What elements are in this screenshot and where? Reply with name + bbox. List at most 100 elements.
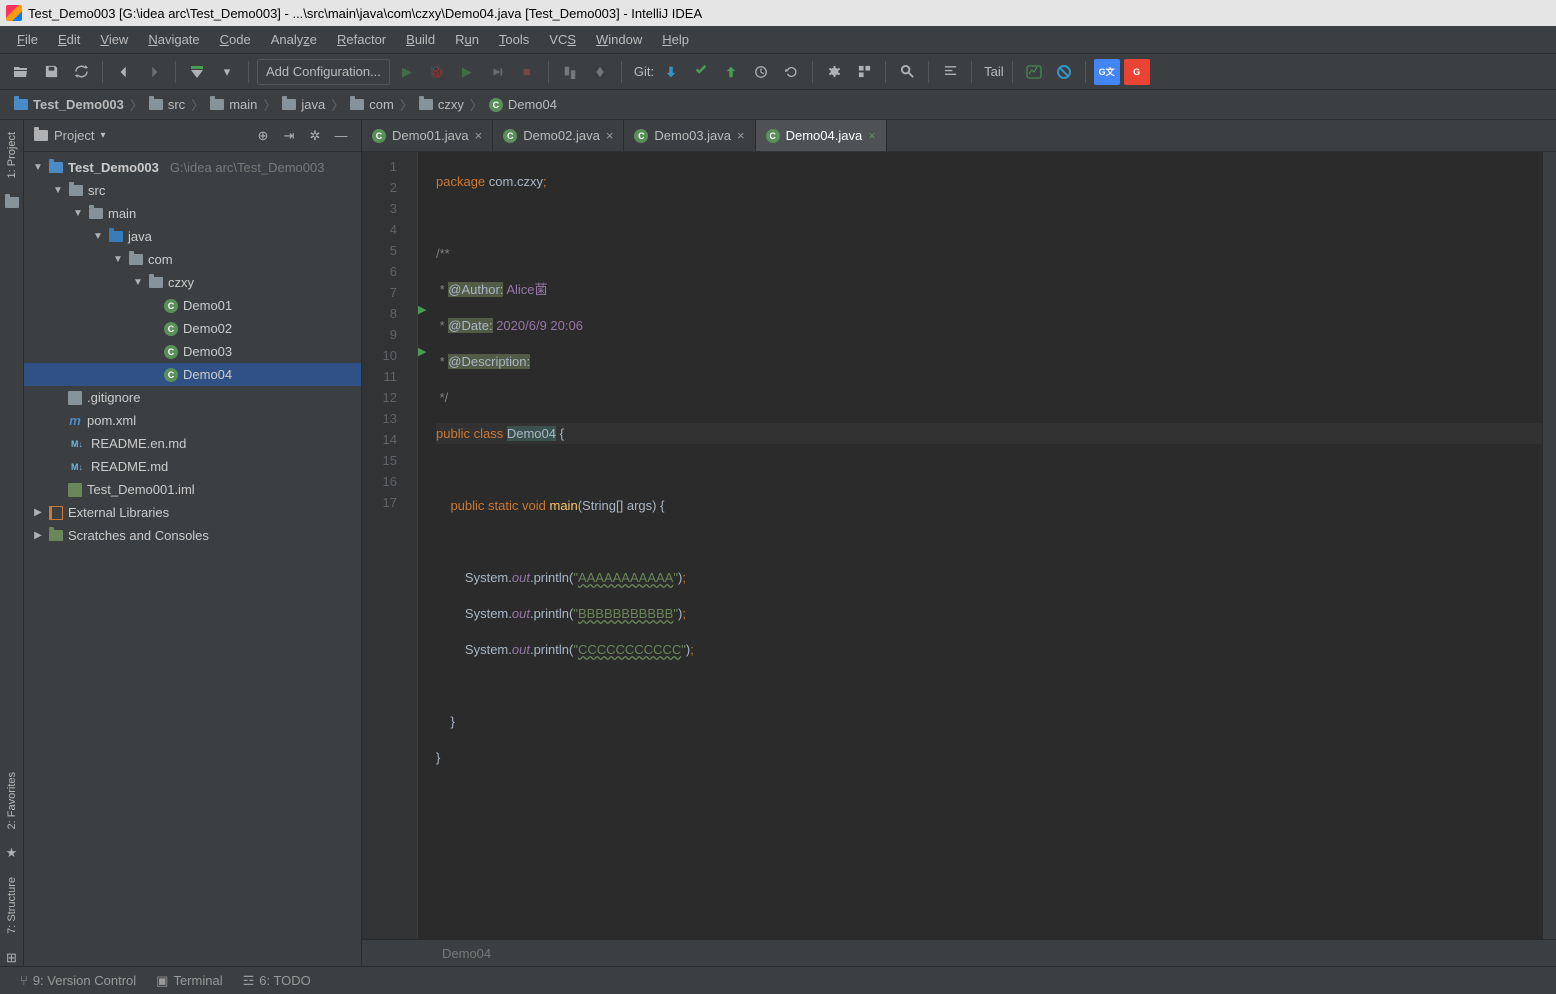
tree-demo04[interactable]: Demo04	[24, 363, 361, 386]
hide-icon[interactable]: —	[331, 126, 351, 146]
project-panel-title[interactable]: Project ▾	[34, 128, 106, 143]
tab-demo03[interactable]: Demo03.java×	[624, 120, 755, 151]
tab-demo01[interactable]: Demo01.java×	[362, 120, 493, 151]
run-config-combo[interactable]: Add Configuration...	[257, 59, 390, 85]
tab-demo02[interactable]: Demo02.java×	[493, 120, 624, 151]
back-icon[interactable]	[111, 59, 137, 85]
crumb-czxy[interactable]: czxy	[415, 97, 468, 112]
menu-file[interactable]: File	[8, 29, 47, 50]
debug-icon[interactable]: 🐞	[424, 59, 450, 85]
locate-icon[interactable]: ⊕	[253, 126, 273, 146]
code-editor[interactable]: 1234567891011121314151617 ▶ ▶ package co…	[362, 152, 1556, 939]
tail-label[interactable]: Tail	[984, 64, 1004, 79]
profiler-icon[interactable]	[484, 59, 510, 85]
collapse-icon[interactable]: ⇥	[279, 126, 299, 146]
tree-demo02[interactable]: Demo02	[24, 317, 361, 340]
stop-icon[interactable]: ■	[514, 59, 540, 85]
run-gutter-icon[interactable]: ▶	[418, 303, 426, 316]
crumb-src[interactable]: src	[145, 97, 189, 112]
menu-code[interactable]: Code	[211, 29, 260, 50]
close-icon[interactable]: ×	[737, 128, 745, 143]
menu-tools[interactable]: Tools	[490, 29, 538, 50]
dropdown-icon[interactable]: ▾	[214, 59, 240, 85]
build-icon[interactable]	[184, 59, 210, 85]
crumb-root[interactable]: Test_Demo003	[10, 97, 128, 112]
bottom-todo[interactable]: ☲6: TODO	[243, 973, 311, 989]
bottom-terminal[interactable]: ▣Terminal	[156, 973, 222, 989]
bottom-vcs[interactable]: ⑂9: Version Control	[20, 973, 136, 988]
close-icon[interactable]: ×	[475, 128, 483, 143]
folder-icon	[109, 231, 123, 242]
tree-java[interactable]: ▼java	[24, 225, 361, 248]
menu-vcs[interactable]: VCS	[540, 29, 585, 50]
translate-icon[interactable]: G文	[1094, 59, 1120, 85]
forward-icon[interactable]	[141, 59, 167, 85]
crumb-java[interactable]: java	[278, 97, 329, 112]
save-icon[interactable]	[38, 59, 64, 85]
tree-main[interactable]: ▼main	[24, 202, 361, 225]
project-tree[interactable]: ▼Test_Demo003G:\idea arc\Test_Demo003 ▼s…	[24, 152, 361, 966]
tree-scratches[interactable]: ▶Scratches and Consoles	[24, 524, 361, 547]
tree-gitignore[interactable]: .gitignore	[24, 386, 361, 409]
menu-navigate[interactable]: Navigate	[139, 29, 208, 50]
tree-iml[interactable]: Test_Demo001.iml	[24, 478, 361, 501]
code-content[interactable]: package com.czxy; /** * @Author: Alice菌 …	[418, 152, 1542, 939]
editor-scrollbar[interactable]	[1542, 152, 1556, 939]
class-icon	[164, 368, 178, 382]
title-bar: Test_Demo003 [G:\idea arc\Test_Demo003] …	[0, 0, 1556, 26]
menu-edit[interactable]: Edit	[49, 29, 89, 50]
tree-demo03[interactable]: Demo03	[24, 340, 361, 363]
menu-build[interactable]: Build	[397, 29, 444, 50]
struct-icon[interactable]	[557, 59, 583, 85]
crumb-com[interactable]: com	[346, 97, 398, 112]
tree-root[interactable]: ▼Test_Demo003G:\idea arc\Test_Demo003	[24, 156, 361, 179]
monitor-icon[interactable]	[1021, 59, 1047, 85]
tree-com[interactable]: ▼com	[24, 248, 361, 271]
close-icon[interactable]: ×	[868, 128, 876, 143]
vcs-push-icon[interactable]	[718, 59, 744, 85]
line-gutter[interactable]: 1234567891011121314151617	[362, 152, 418, 939]
menu-window[interactable]: Window	[587, 29, 651, 50]
menu-help[interactable]: Help	[653, 29, 698, 50]
close-icon[interactable]: ×	[606, 128, 614, 143]
disable-icon[interactable]	[1051, 59, 1077, 85]
tree-readme-en[interactable]: README.en.md	[24, 432, 361, 455]
run-gutter-icon[interactable]: ▶	[418, 345, 426, 358]
settings-icon[interactable]	[821, 59, 847, 85]
menu-refactor[interactable]: Refactor	[328, 29, 395, 50]
star-icon[interactable]: ★	[4, 845, 20, 861]
plugins-icon[interactable]	[851, 59, 877, 85]
gear-icon[interactable]: ✲	[305, 126, 325, 146]
crumb-file[interactable]: Demo04	[485, 97, 561, 112]
tree-readme[interactable]: README.md	[24, 455, 361, 478]
editor-breadcrumb[interactable]: Demo04	[362, 939, 1556, 966]
leftbar-folder-icon[interactable]	[4, 194, 20, 210]
open-icon[interactable]	[8, 59, 34, 85]
search-icon[interactable]	[894, 59, 920, 85]
run-icon[interactable]: ▶	[394, 59, 420, 85]
menu-view[interactable]: View	[91, 29, 137, 50]
run-coverage-icon[interactable]: ▶	[454, 59, 480, 85]
vcs-history-icon[interactable]	[748, 59, 774, 85]
translate2-icon[interactable]: G	[1124, 59, 1150, 85]
menu-analyze[interactable]: Analyze	[262, 29, 326, 50]
indent-icon[interactable]	[937, 59, 963, 85]
sync-icon[interactable]	[68, 59, 94, 85]
leftbar-project[interactable]: 1: Project	[4, 128, 20, 182]
vcs-commit-icon[interactable]	[688, 59, 714, 85]
crumb-main[interactable]: main	[206, 97, 261, 112]
tree-pom[interactable]: pom.xml	[24, 409, 361, 432]
tree-src[interactable]: ▼src	[24, 179, 361, 202]
tab-demo04[interactable]: Demo04.java×	[756, 120, 887, 151]
memory-icon[interactable]	[587, 59, 613, 85]
menu-run[interactable]: Run	[446, 29, 488, 50]
structure-icon[interactable]: ⊞	[4, 950, 20, 966]
vcs-revert-icon[interactable]	[778, 59, 804, 85]
tree-external-libs[interactable]: ▶External Libraries	[24, 501, 361, 524]
tree-demo01[interactable]: Demo01	[24, 294, 361, 317]
leftbar-structure[interactable]: 7: Structure	[4, 873, 20, 938]
vcs-update-icon[interactable]	[658, 59, 684, 85]
folder-icon	[49, 162, 63, 173]
leftbar-favorites[interactable]: 2: Favorites	[4, 768, 20, 833]
tree-czxy[interactable]: ▼czxy	[24, 271, 361, 294]
